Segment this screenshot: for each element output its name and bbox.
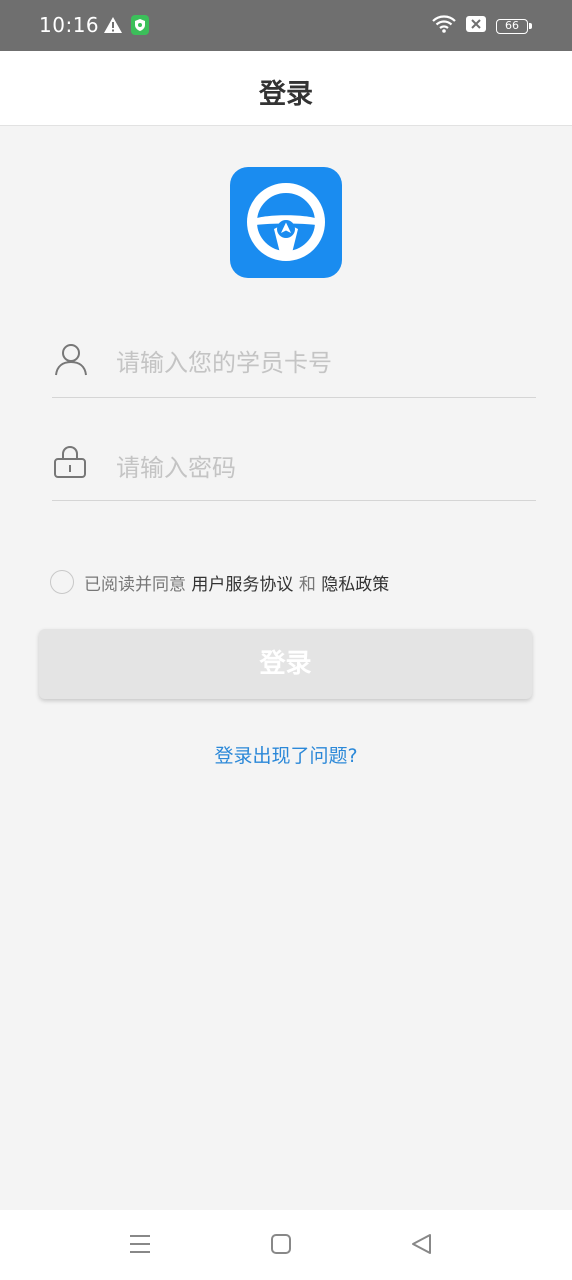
system-nav-bar [0, 1210, 572, 1280]
no-sim-icon [466, 16, 486, 36]
card-number-underline [52, 397, 536, 398]
shield-icon [131, 15, 149, 39]
steering-wheel-icon [247, 183, 325, 261]
card-number-input[interactable]: 请输入您的学员卡号 [116, 343, 332, 378]
app-header: 登录 [0, 51, 572, 126]
status-time: 10:16 [39, 13, 100, 37]
app-logo [230, 167, 342, 278]
status-bar: 10:16 66 [0, 0, 572, 51]
warning-icon [103, 16, 123, 38]
home-icon[interactable] [270, 1232, 292, 1260]
status-right-icons: 66 [432, 15, 532, 37]
status-left-icons [103, 15, 149, 39]
page-title: 登录 [259, 79, 313, 110]
battery-icon: 66 [496, 18, 532, 34]
agreement-row: 已阅读并同意 用户服务协议 和 隐私政策 [50, 568, 389, 596]
lock-icon [53, 445, 87, 483]
agreement-checkbox[interactable] [50, 570, 74, 594]
password-input[interactable]: 请输入密码 [116, 448, 236, 483]
privacy-link[interactable]: 隐私政策 [321, 575, 389, 595]
agreement-prefix: 已阅读并同意 [84, 574, 186, 595]
agreement-conjunction: 和 [298, 574, 316, 595]
user-icon [54, 342, 88, 380]
terms-link[interactable]: 用户服务协议 [191, 575, 293, 595]
password-underline [52, 500, 536, 501]
agreement-text: 已阅读并同意 用户服务协议 和 隐私政策 [84, 570, 389, 595]
login-trouble-link[interactable]: 登录出现了问题? [0, 741, 572, 768]
menu-icon[interactable] [128, 1232, 152, 1260]
back-icon[interactable] [410, 1232, 434, 1260]
wifi-icon [432, 15, 456, 37]
login-button[interactable]: 登录 [39, 629, 532, 699]
